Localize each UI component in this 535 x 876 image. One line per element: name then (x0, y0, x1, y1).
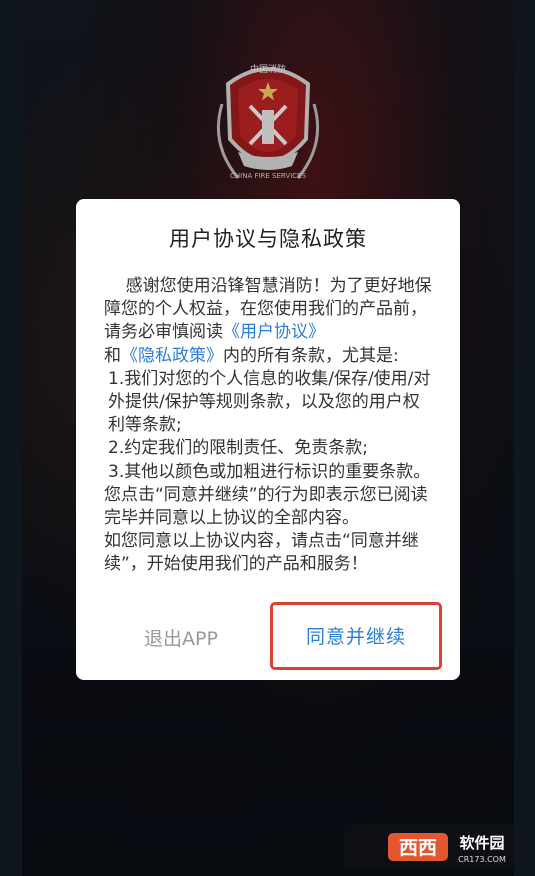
watermark-site-name: 软件园 (459, 834, 504, 852)
clause-item-2: 2.约定我们的限制责任、免责条款; (108, 438, 368, 459)
dialog-actions: 退出APP 同意并继续 (76, 599, 460, 680)
consent-paragraph: 您点击“同意并继续”的行为即表示您已阅读完毕并同意以上协议的全部内容。 (104, 484, 428, 529)
clause-item-3: 3.其他以颜色或加粗进行标识的重要条款。 (108, 461, 431, 482)
clause-item-1: 1.我们对您的个人信息的收集/保存/使用/对外提供/保护等规则条款，以及您的用户… (108, 368, 431, 436)
agreement-text: 感谢您使用沿锋智慧消防！为了更好地保障您的个人权益，在您使用我们的产品前，请务必… (104, 275, 434, 581)
instruction-paragraph: 如您同意以上协议内容，请点击“同意并继续”，开始使用我们的产品和服务！ (104, 531, 419, 575)
intro-paragraph: 感谢您使用沿锋智慧消防！为了更好地保障您的个人权益，在您使用我们的产品前，请务必… (104, 275, 434, 368)
agreement-scroll-area[interactable]: 感谢您使用沿锋智慧消防！为了更好地保障您的个人权益，在您使用我们的产品前，请务必… (104, 275, 434, 581)
agree-continue-button[interactable]: 同意并继续 (270, 602, 442, 670)
exit-app-button[interactable]: 退出APP (106, 615, 256, 663)
intro-text-end: 内的所有条款，尤其是: (223, 345, 399, 366)
dialog-title: 用户协议与隐私政策 (169, 227, 367, 251)
site-watermark: 西西 软件园 CR173.COM (344, 824, 516, 870)
agreement-dialog: 用户协议与隐私政策 感谢您使用沿锋智慧消防！为了更好地保障您的个人权益，在您使用… (76, 199, 460, 680)
and-text: 和 (104, 345, 121, 366)
watermark-brand: 西西 (399, 837, 437, 859)
user-agreement-link[interactable]: 《用户协议》 (223, 322, 325, 342)
privacy-policy-link[interactable]: 《隐私政策》 (121, 346, 223, 366)
watermark-url: CR173.COM (458, 855, 506, 864)
